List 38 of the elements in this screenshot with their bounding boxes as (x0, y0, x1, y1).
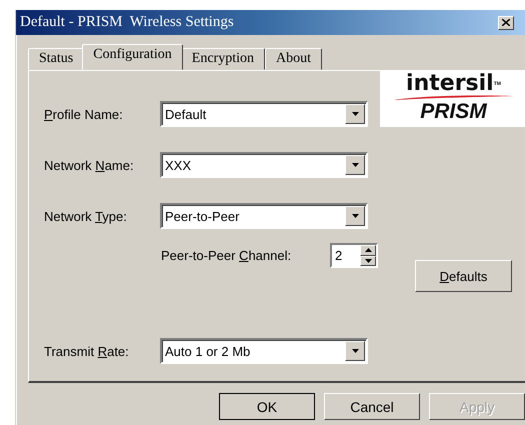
dropdown-button[interactable] (345, 341, 365, 361)
logo-product: PRISM (420, 100, 487, 124)
field-label: Network Type: (44, 208, 128, 224)
dropdown[interactable]: Default (160, 101, 368, 127)
close-button[interactable] (498, 16, 514, 30)
dialog-button[interactable]: OK (219, 393, 315, 420)
spin-value: 2 (334, 248, 342, 263)
dropdown-value: XXX (164, 158, 192, 172)
dropdown-button[interactable] (345, 206, 365, 226)
field-label: Profile Name: (44, 106, 124, 122)
down-arrow-icon (352, 163, 358, 167)
field-label: Peer-to-Peer Channel: (161, 248, 292, 263)
field-label: Network Name: (44, 158, 135, 172)
tab[interactable]: About (265, 48, 322, 70)
dropdown-button[interactable] (345, 155, 365, 175)
spin-up-button[interactable] (360, 245, 376, 256)
tab[interactable]: Configuration (82, 44, 183, 70)
down-arrow-icon (352, 349, 358, 353)
field-label: Transmit Rate: (44, 344, 130, 358)
dropdown-value: Peer-to-Peer (164, 208, 240, 224)
dropdown-value: Default (164, 106, 206, 122)
down-arrow-icon (352, 214, 358, 218)
tab[interactable]: Encryption (180, 48, 265, 70)
dropdown[interactable]: Auto 1 or 2 Mb (160, 338, 368, 364)
dropdown[interactable]: XXX (160, 152, 368, 178)
close-icon (502, 19, 510, 26)
down-arrow-icon (352, 112, 358, 116)
dropdown[interactable]: Peer-to-Peer (160, 203, 368, 229)
down-arrow-icon (364, 258, 372, 263)
dropdown-button[interactable] (345, 104, 365, 124)
dropdown-value: Auto 1 or 2 Mb (164, 344, 250, 358)
dialog-button[interactable]: Cancel (324, 393, 420, 420)
spin-down-button[interactable] (360, 256, 376, 266)
tab[interactable]: Status (28, 48, 84, 70)
window-title: Default - PRISM Wireless Settings (20, 14, 234, 31)
up-arrow-icon (364, 248, 372, 252)
defaults-button[interactable]: Defaults (415, 260, 512, 292)
spin-box[interactable]: 2 (330, 243, 378, 268)
